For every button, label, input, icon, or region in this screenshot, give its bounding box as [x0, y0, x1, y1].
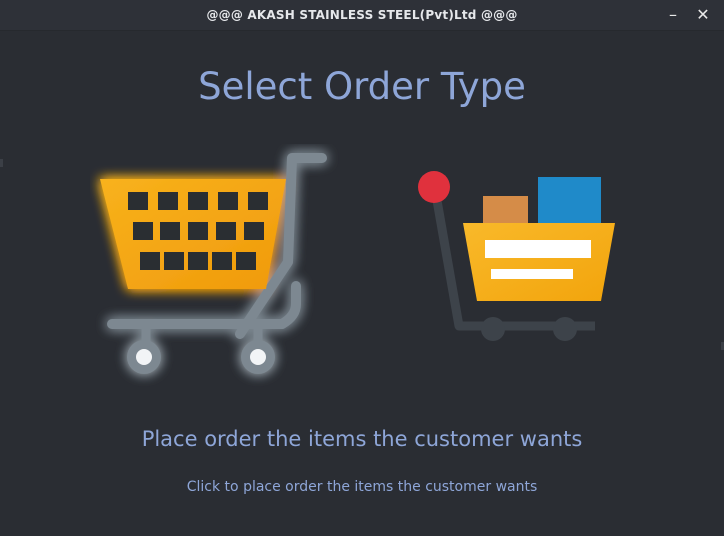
page-title: Select Order Type [198, 65, 526, 108]
regular-order-option[interactable] [90, 144, 340, 394]
app-window: @@@ AKASH STAINLESS STEEL(Pvt)Ltd @@@ – … [0, 0, 724, 536]
resize-handle-left[interactable] [0, 159, 3, 167]
title-bar[interactable]: @@@ AKASH STAINLESS STEEL(Pvt)Ltd @@@ – … [0, 0, 724, 31]
minimize-button[interactable]: – [662, 4, 684, 26]
order-description: Place order the items the customer wants [141, 427, 583, 451]
bulk-order-option[interactable] [405, 161, 630, 351]
shopping-cart-icon [100, 153, 327, 374]
trolley-cart-icon [418, 171, 615, 341]
window-title: @@@ AKASH STAINLESS STEEL(Pvt)Ltd @@@ [206, 8, 518, 22]
order-hint: Click to place order the items the custo… [186, 479, 538, 495]
main-content: Select Order Type Place order the items … [0, 31, 724, 536]
close-button[interactable]: ✕ [692, 4, 714, 26]
